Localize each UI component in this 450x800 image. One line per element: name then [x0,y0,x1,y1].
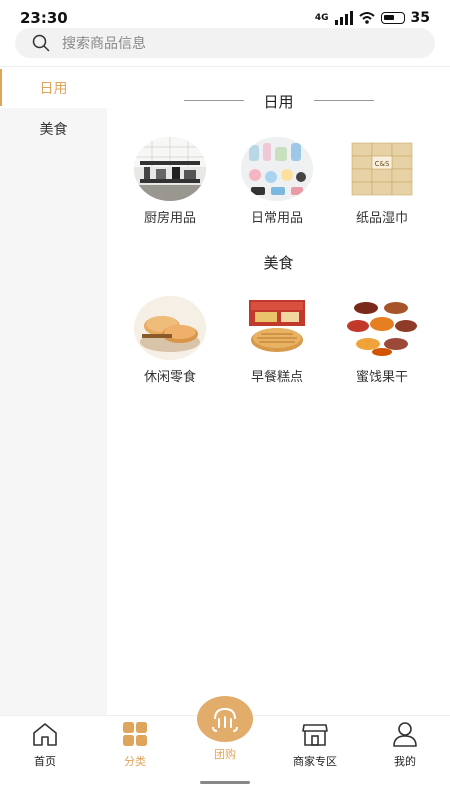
signal-icon [334,11,353,25]
tab-label: 首页 [34,755,56,768]
tab-label: 分类 [124,755,146,768]
status-time: 23:30 [20,9,68,27]
battery-icon [380,12,405,24]
category-label: 厨房用品 [143,211,196,226]
sidebar-item-daily[interactable]: 日用 [0,67,107,108]
kitchen-thumbnail [134,137,206,201]
wifi-icon [358,12,375,24]
sidebar-item-label: 美食 [39,121,68,138]
grid-icon [123,722,147,746]
store-icon [302,724,328,746]
tab-label: 商家专区 [293,755,337,768]
category-item-breakfast[interactable]: 早餐糕点 [224,296,330,385]
tab-merchant[interactable]: 商家专区 [270,721,360,769]
category-item-kitchen[interactable]: 厨房用品 [117,137,223,226]
sidebar-item-food[interactable]: 美食 [0,108,107,149]
home-indicator [200,781,250,784]
tab-profile[interactable]: 我的 [360,721,450,769]
group-buy-icon [212,707,238,732]
bottom-tab-bar: 首页 分类 团购 商家专区 我的 [0,696,450,800]
dried-fruit-thumbnail [346,296,418,360]
tab-category[interactable]: 分类 [90,721,180,769]
category-sidebar: 日用 美食 [0,67,107,715]
snacks-thumbnail [134,296,206,360]
title-divider-right [314,100,374,101]
tab-label: 我的 [394,755,416,768]
search-input[interactable]: 搜索商品信息 [15,28,435,58]
user-icon [393,722,417,747]
network-label: 4G [314,13,329,23]
category-label: 休闲零食 [143,370,196,385]
daily-goods-thumbnail [241,137,313,201]
paper-thumbnail: C&S [346,137,418,201]
status-bar: 23:30 4G 35 [0,0,450,28]
category-item-snacks[interactable]: 休闲零食 [117,296,223,385]
category-label: 早餐糕点 [250,370,303,385]
search-placeholder: 搜索商品信息 [62,36,146,52]
category-item-paper[interactable]: C&S 纸品湿巾 [329,137,435,226]
group-buy-button[interactable] [197,696,253,742]
category-label: 日常用品 [250,211,303,226]
status-icons: 4G 35 [315,10,430,26]
section-title-daily: 日用 [263,93,294,111]
svg-text:C&S: C&S [375,160,390,168]
section-title-food: 美食 [263,254,294,272]
tab-label: 团购 [214,748,236,761]
home-icon [33,723,57,746]
battery-level: 35 [410,10,430,26]
tab-home[interactable]: 首页 [0,721,90,769]
search-bar: 搜索商品信息 [0,28,450,66]
search-icon [32,34,50,52]
category-label: 蜜饯果干 [355,370,408,385]
category-label: 纸品湿巾 [355,211,408,226]
category-item-dried-fruit[interactable]: 蜜饯果干 [329,296,435,385]
category-content: 日用 厨房用品 日常用品 C&S 纸品湿巾 美食 休闲零食 早餐糕点 蜜饯果干 [107,67,450,715]
sidebar-item-label: 日用 [39,80,68,97]
tab-group-buy[interactable]: 团购 [197,696,253,762]
breakfast-thumbnail [241,296,313,360]
category-item-daily-goods[interactable]: 日常用品 [224,137,330,226]
